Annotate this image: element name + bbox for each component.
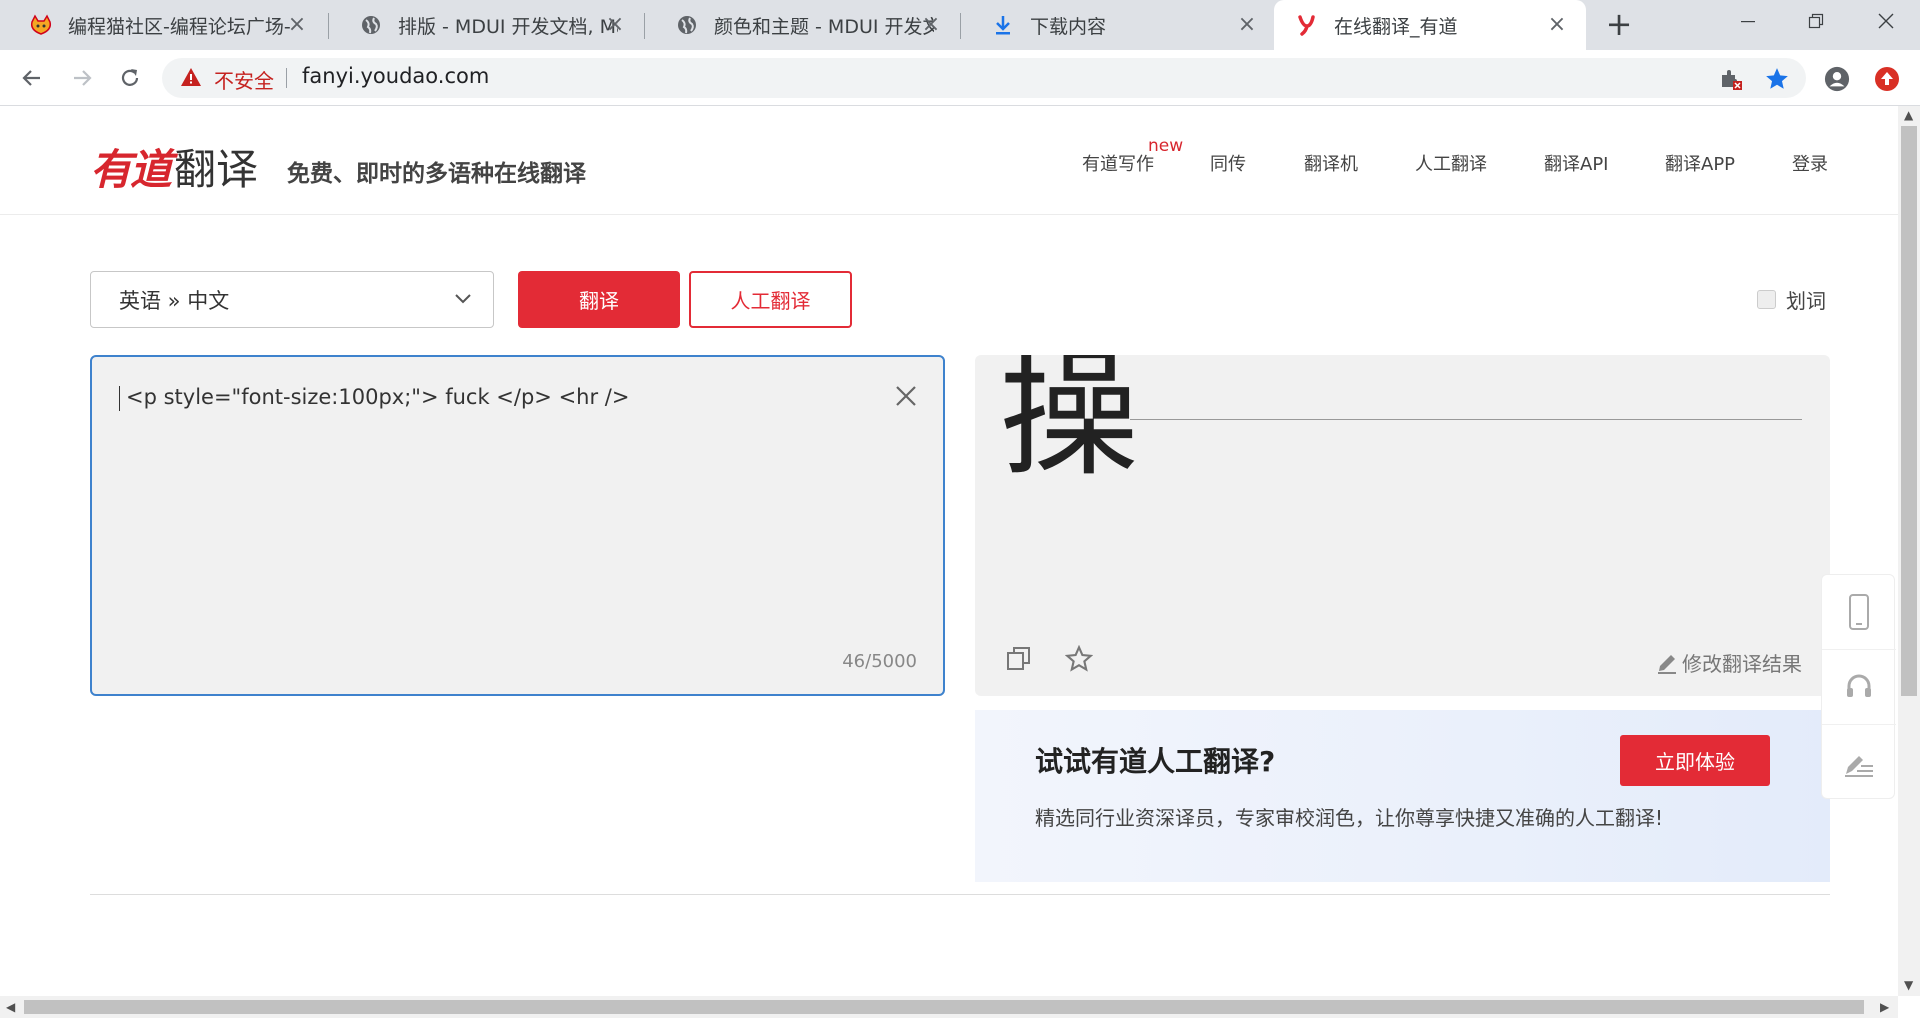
close-icon[interactable]: × bbox=[286, 14, 308, 36]
scroll-right-arrow[interactable]: ▶ bbox=[1880, 1000, 1889, 1014]
human-translation-promo: 试试有道人工翻译? 精选同行业资深译员，专家审校润色，让你尊享快捷又准确的人工翻… bbox=[975, 710, 1830, 882]
nav-interpret[interactable]: 同传 bbox=[1210, 150, 1246, 176]
star-favorite-icon[interactable] bbox=[1064, 644, 1094, 677]
forward-button[interactable] bbox=[66, 62, 98, 94]
nav-app[interactable]: 翻译APP bbox=[1665, 150, 1735, 176]
pencil-icon bbox=[1658, 654, 1676, 674]
char-count: 46/5000 bbox=[842, 651, 917, 672]
tab-downloads[interactable]: 下载内容 × bbox=[962, 0, 1276, 50]
tab-separator bbox=[328, 13, 329, 39]
source-text[interactable]: <p style="font-size:100px;"> fuck </p> <… bbox=[126, 385, 629, 409]
close-icon[interactable]: × bbox=[1546, 14, 1568, 36]
source-text-input[interactable]: <p style="font-size:100px;"> fuck </p> <… bbox=[90, 355, 945, 696]
copy-icon[interactable] bbox=[1005, 645, 1033, 677]
content-divider bbox=[90, 894, 1830, 895]
globe-icon bbox=[674, 12, 700, 38]
site-slogan: 免费、即时的多语种在线翻译 bbox=[287, 161, 586, 187]
youdao-icon bbox=[1294, 12, 1320, 38]
language-select-value: 英语 » 中文 bbox=[119, 288, 230, 313]
promo-body: 精选同行业资深译员，专家审校润色，让你尊享快捷又准确的人工翻译! bbox=[1035, 806, 1664, 830]
horizontal-scroll-thumb[interactable] bbox=[24, 1000, 1864, 1014]
language-select[interactable]: 英语 » 中文 bbox=[90, 271, 494, 328]
update-icon[interactable] bbox=[1874, 66, 1900, 92]
nav-translator-device[interactable]: 翻译机 bbox=[1304, 150, 1358, 176]
reload-button[interactable] bbox=[114, 62, 146, 94]
new-badge: new bbox=[1148, 136, 1184, 156]
promo-heading: 试试有道人工翻译? bbox=[1035, 745, 1276, 778]
side-float-toolbar bbox=[1821, 574, 1896, 800]
close-window-button[interactable] bbox=[1852, 0, 1920, 42]
tab-title: 下载内容 bbox=[1030, 15, 1107, 38]
translation-result: 操 bbox=[999, 355, 1140, 496]
text-caret bbox=[119, 386, 120, 411]
download-icon bbox=[990, 12, 1016, 38]
scroll-down-arrow[interactable]: ▼ bbox=[1904, 978, 1913, 992]
tab-mdui-typography[interactable]: 排版 - MDUI 开发文档, Ma × bbox=[330, 0, 644, 50]
close-icon[interactable]: × bbox=[1236, 14, 1258, 36]
tab-title: 编程猫社区-编程论坛广场- bbox=[68, 15, 291, 38]
extension-blocked-icon[interactable] bbox=[1718, 66, 1744, 92]
nav-human-translation[interactable]: 人工翻译 bbox=[1415, 150, 1487, 176]
tab-youdao[interactable]: 在线翻译_有道 × bbox=[1274, 0, 1586, 50]
tab-separator bbox=[960, 13, 961, 39]
tab-bcm[interactable]: 编程猫社区-编程论坛广场- × bbox=[0, 0, 326, 50]
logo-brand: 有道 bbox=[90, 145, 172, 194]
new-tab-button[interactable]: + bbox=[1604, 8, 1634, 40]
edit-translation-link[interactable]: 修改翻译结果 bbox=[1656, 648, 1802, 677]
restore-button[interactable] bbox=[1782, 0, 1850, 42]
youdao-logo[interactable]: 有道 翻译 bbox=[90, 136, 258, 197]
tab-title: 在线翻译_有道 bbox=[1334, 15, 1458, 38]
site-header: 有道 翻译 免费、即时的多语种在线翻译 有道写作 new 同传 翻译机 人工翻译… bbox=[0, 106, 1898, 215]
tab-title: 颜色和主题 - MDUI 开发文 bbox=[714, 15, 934, 38]
rendered-hr bbox=[1130, 419, 1802, 420]
try-now-button[interactable]: 立即体验 bbox=[1620, 735, 1770, 786]
translation-output: 操 修改翻译结果 bbox=[975, 355, 1830, 696]
vertical-scroll-thumb[interactable] bbox=[1901, 126, 1917, 696]
translate-button[interactable]: 翻译 bbox=[518, 271, 680, 328]
close-icon[interactable]: × bbox=[920, 14, 942, 36]
minimize-button[interactable] bbox=[1714, 0, 1782, 42]
mobile-phone-icon[interactable] bbox=[1822, 575, 1896, 650]
back-button[interactable] bbox=[16, 62, 48, 94]
address-bar[interactable]: 不安全 fanyi.youdao.com bbox=[162, 58, 1806, 98]
bcm-cat-icon bbox=[28, 12, 54, 38]
tab-separator bbox=[644, 13, 645, 39]
bookmark-star-icon[interactable] bbox=[1764, 66, 1790, 92]
nav-api[interactable]: 翻译API bbox=[1544, 150, 1608, 176]
logo-product: 翻译 bbox=[174, 145, 259, 194]
vertical-scrollbar[interactable]: ▲ ▼ bbox=[1898, 106, 1920, 996]
url-text[interactable]: fanyi.youdao.com bbox=[302, 64, 489, 88]
globe-icon bbox=[358, 12, 384, 38]
horizontal-scrollbar[interactable]: ◀ ▶ bbox=[0, 996, 1898, 1018]
scroll-left-arrow[interactable]: ◀ bbox=[6, 1000, 15, 1014]
tab-strip: 编程猫社区-编程论坛广场- × 排版 - MDUI 开发文档, Ma × 颜色和… bbox=[0, 0, 1920, 50]
scroll-up-arrow[interactable]: ▲ bbox=[1904, 108, 1913, 122]
edit-translation-label: 修改翻译结果 bbox=[1682, 652, 1802, 676]
word-select-toggle[interactable]: 划词 bbox=[1757, 285, 1826, 314]
human-translation-button[interactable]: 人工翻译 bbox=[689, 271, 852, 328]
security-status[interactable]: 不安全 bbox=[214, 65, 274, 94]
clear-input-icon[interactable] bbox=[895, 385, 917, 411]
nav-writing[interactable]: 有道写作 bbox=[1082, 150, 1154, 176]
word-select-label: 划词 bbox=[1786, 289, 1826, 313]
warning-icon bbox=[180, 67, 202, 91]
close-icon[interactable]: × bbox=[604, 14, 626, 36]
profile-avatar-icon[interactable] bbox=[1824, 66, 1850, 92]
tab-title: 排版 - MDUI 开发文档, Ma bbox=[398, 15, 618, 38]
omnibox-divider bbox=[286, 68, 287, 88]
nav-login[interactable]: 登录 bbox=[1792, 150, 1828, 176]
tab-mdui-color[interactable]: 颜色和主题 - MDUI 开发文 × bbox=[646, 0, 960, 50]
feedback-edit-icon[interactable] bbox=[1822, 725, 1896, 800]
headset-service-icon[interactable] bbox=[1822, 650, 1896, 725]
chevron-down-icon bbox=[453, 288, 473, 313]
word-select-checkbox[interactable] bbox=[1757, 290, 1776, 309]
